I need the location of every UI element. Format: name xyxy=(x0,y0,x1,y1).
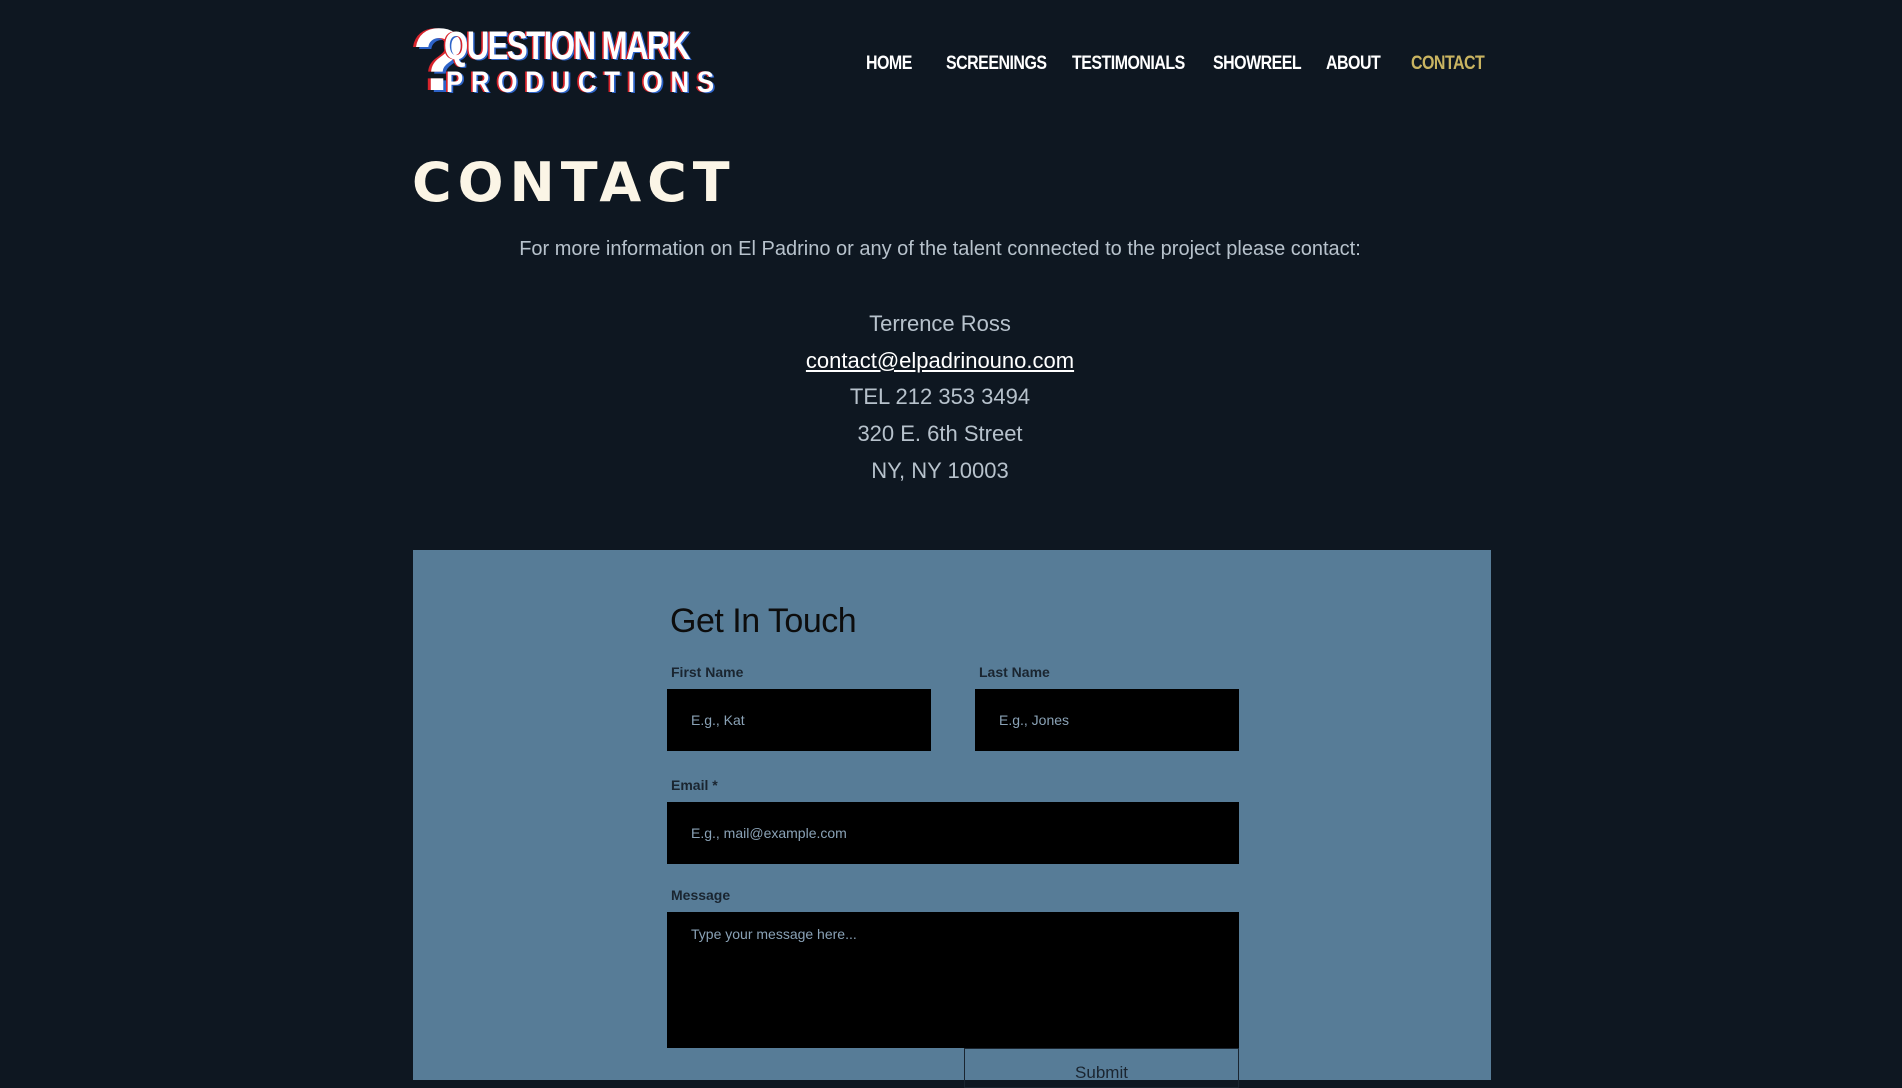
page-title: CONTACT xyxy=(412,151,736,214)
form-title: Get In Touch xyxy=(670,602,857,640)
message-field[interactable] xyxy=(667,912,1239,1048)
email-label: Email * xyxy=(671,777,718,793)
contact-phone: TEL 212 353 3494 xyxy=(849,384,1031,410)
last-name-label: Last Name xyxy=(979,664,1050,680)
contact-address-line1: 320 E. 6th Street xyxy=(857,421,1023,447)
nav-item-screenings[interactable]: SCREENINGS xyxy=(946,53,1047,75)
nav-item-showreel[interactable]: SHOWREEL xyxy=(1213,53,1302,75)
site-logo[interactable]: ? QUESTION MARK PRODUCTIONS xyxy=(412,16,714,104)
first-name-field[interactable] xyxy=(667,689,931,751)
last-name-field[interactable] xyxy=(975,689,1239,751)
nav-item-about[interactable]: ABOUT xyxy=(1326,53,1381,75)
contact-address-line2: NY, NY 10003 xyxy=(871,457,1009,483)
nav-item-contact[interactable]: CONTACT xyxy=(1411,53,1485,75)
email-field[interactable] xyxy=(667,802,1239,864)
contact-form-panel: Get In Touch First Name Last Name Email … xyxy=(413,550,1491,1088)
contact-details: Terrence Ross contact@elpadrinouno.com T… xyxy=(0,306,1880,489)
message-label: Message xyxy=(671,887,731,903)
contact-intro-text: For more information on El Padrino or an… xyxy=(519,238,1361,260)
nav-item-testimonials[interactable]: TESTIMONIALS xyxy=(1072,53,1185,75)
first-name-label: First Name xyxy=(671,664,744,680)
logo-text-question-mark: QUESTION MARK xyxy=(444,24,690,68)
contact-email-link[interactable]: contact@elpadrinouno.com xyxy=(806,348,1074,373)
logo-text-productions: PRODUCTIONS xyxy=(446,66,722,99)
nav-item-home[interactable]: HOME xyxy=(866,53,912,75)
submit-button[interactable]: Submit xyxy=(964,1048,1239,1088)
contact-name: Terrence Ross xyxy=(869,311,1011,336)
